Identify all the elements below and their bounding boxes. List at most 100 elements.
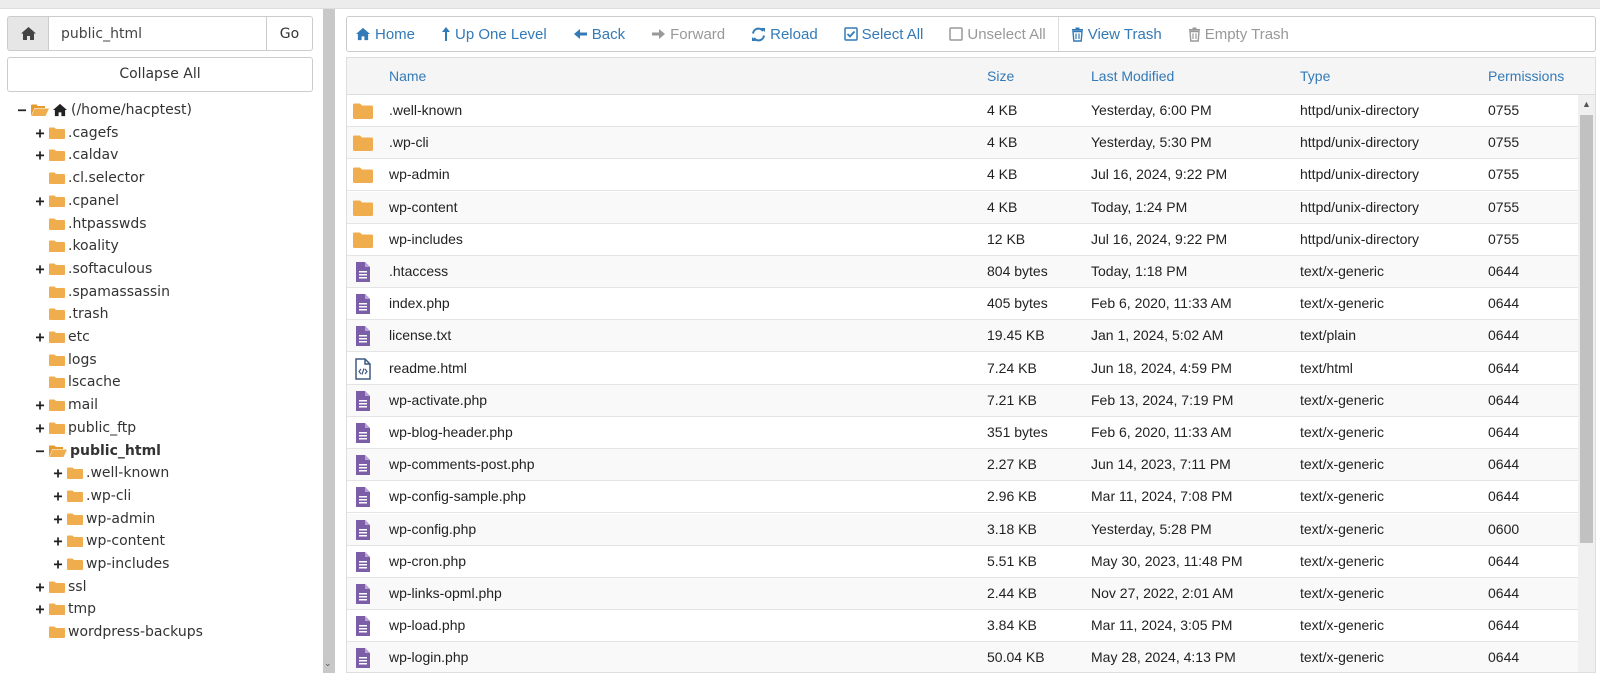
cell-type: text/x-generic <box>1300 617 1385 634</box>
tree-item[interactable]: + public_ftp <box>34 417 136 439</box>
cell-perms: 0644 <box>1488 424 1520 440</box>
tree-item[interactable]: +.trash <box>34 303 108 325</box>
tree-item[interactable]: + .well-known <box>52 462 169 484</box>
file-row[interactable]: wp-config-sample.php 2.96 KB Mar 11, 2024,… <box>347 481 1579 514</box>
tree-item[interactable]: +lscache <box>34 371 121 393</box>
empty-trash-button[interactable]: Empty Trash <box>1188 26 1289 43</box>
cell-modified: Feb 6, 2020, 11:33 AM <box>1091 424 1232 440</box>
file-row[interactable]: index.php 405 bytes Feb 6, 2020, 11:33 AM t… <box>347 288 1579 321</box>
tree-item[interactable]: + tmp <box>34 598 96 620</box>
scroll-down-icon: ⌄ <box>324 658 332 668</box>
select-all-button[interactable]: Select All <box>843 26 923 43</box>
column-header-type[interactable]: Type <box>1300 58 1330 95</box>
tree-item-label: .spamassassin <box>68 283 170 300</box>
file-row[interactable]: wp-blog-header.php 351 bytes Feb 6, 2020, … <box>347 417 1579 449</box>
view-trash-button[interactable]: View Trash <box>1071 26 1162 43</box>
path-input[interactable] <box>49 16 267 51</box>
column-header-name[interactable]: Name <box>389 58 426 95</box>
file-row[interactable]: .htaccess 804 bytes Today, 1:18 PM text/x-g… <box>347 256 1579 288</box>
cell-modified: Jul 16, 2024, 9:22 PM <box>1091 230 1228 247</box>
expand-toggle-icon[interactable]: + <box>52 488 64 503</box>
expand-toggle-icon[interactable]: + <box>34 261 46 276</box>
tree-item[interactable]: + .cagefs <box>34 122 118 144</box>
tree-item[interactable]: +.htpasswds <box>34 213 147 235</box>
home-button[interactable]: Home <box>355 26 415 43</box>
tree-scrollbar[interactable]: ⌄ <box>323 9 335 673</box>
up-one-level-button[interactable]: Up One Level <box>441 26 547 43</box>
folder-icon <box>49 127 68 139</box>
column-header-last-modified[interactable]: Last Modified <box>1091 58 1174 95</box>
expand-toggle-icon[interactable]: + <box>34 398 46 413</box>
file-row[interactable]: .wp-cli 4 KB Yesterday, 5:30 PM httpd/unix-… <box>347 127 1579 160</box>
expand-toggle-icon[interactable]: + <box>34 148 46 163</box>
unselect-all-button[interactable]: Unselect All <box>949 26 1046 43</box>
expand-toggle-icon[interactable]: + <box>52 511 64 526</box>
file-row[interactable]: .well-known 4 KB Yesterday, 6:00 PM httpd/u… <box>347 95 1579 127</box>
tree-item[interactable]: + ssl <box>34 576 86 598</box>
tree-item[interactable]: + etc <box>34 326 89 348</box>
trash-icon <box>1188 27 1200 42</box>
expand-toggle-icon[interactable]: + <box>34 579 46 594</box>
cell-perms: 0644 <box>1488 585 1520 601</box>
file-row[interactable]: wp-load.php 3.84 KB Mar 11, 2024, 3:05 PM t… <box>347 610 1579 643</box>
tree-item[interactable]: + wp-includes <box>52 553 169 575</box>
file-row[interactable]: wp-links-opml.php 2.44 KB Nov 27, 2022, 2:… <box>347 578 1579 610</box>
expand-toggle-icon[interactable]: + <box>34 420 46 435</box>
tree-item[interactable]: +.koality <box>34 235 119 257</box>
cell-name: wp-load.php <box>389 617 466 634</box>
cell-perms: 0644 <box>1488 359 1520 376</box>
collapse-toggle-icon[interactable]: − <box>34 443 46 458</box>
cell-type: text/x-generic <box>1300 456 1385 473</box>
file-text-icon <box>352 551 374 573</box>
tree-item[interactable]: + .cpanel <box>34 190 119 212</box>
tree-item[interactable]: + .softaculous <box>34 258 152 280</box>
file-list-scrollbar[interactable]: ▲ <box>1578 95 1595 672</box>
file-row[interactable]: wp-login.php 50.04 KB May 28, 2024, 4:13 P… <box>347 642 1579 672</box>
expand-toggle-icon[interactable]: + <box>52 557 64 572</box>
file-row[interactable]: wp-cron.php 5.51 KB May 30, 2023, 11:48 PM… <box>347 546 1579 578</box>
file-row[interactable]: wp-activate.php 7.21 KB Feb 13, 2024, 7:19… <box>347 384 1579 417</box>
expand-toggle-icon[interactable]: + <box>34 193 46 208</box>
tree-item[interactable]: + wp-content <box>52 530 165 552</box>
tree-home-button[interactable] <box>7 16 49 51</box>
folder-icon <box>67 467 86 480</box>
column-header-size[interactable]: Size <box>987 58 1014 95</box>
cell-size: 7.21 KB <box>987 391 1037 408</box>
go-button[interactable]: Go <box>267 16 313 51</box>
file-row[interactable]: wp-content 4 KB Today, 1:24 PM httpd/unix-d… <box>347 191 1579 224</box>
expand-toggle-icon[interactable]: + <box>52 466 64 481</box>
file-text-icon <box>352 454 374 476</box>
expand-toggle-icon[interactable]: + <box>34 602 46 617</box>
tree-item[interactable]: + mail <box>34 394 98 416</box>
tree-item[interactable]: + .caldav <box>34 144 118 166</box>
expand-toggle-icon[interactable]: + <box>34 330 46 345</box>
file-row[interactable]: wp-comments-post.php 2.27 KB Jun 14, 2023,… <box>347 449 1579 482</box>
cell-name: wp-config-sample.php <box>389 488 526 505</box>
file-list: Name Size Last Modified Type Permissions… <box>346 57 1596 673</box>
expand-toggle-icon[interactable]: + <box>34 125 46 140</box>
file-row[interactable]: license.txt 19.45 KB Jan 1, 2024, 5:02 AM t… <box>347 320 1579 353</box>
tree-item[interactable]: +wordpress-backups <box>34 621 203 643</box>
tree-item[interactable]: +logs <box>34 349 97 371</box>
tree-item[interactable]: +.spamassassin <box>34 281 170 303</box>
file-row[interactable]: wp-includes 12 KB Jul 16, 2024, 9:22 PM htt… <box>347 224 1579 256</box>
home-icon <box>20 27 36 40</box>
reload-button[interactable]: Reload <box>751 26 818 43</box>
tree-item[interactable]: − public_html <box>34 440 160 462</box>
tree-item[interactable]: − (/home/hacptest) <box>16 99 191 121</box>
tree-item[interactable]: +.cl.selector <box>34 167 144 189</box>
file-text-icon <box>352 519 374 541</box>
cell-perms: 0755 <box>1488 166 1520 183</box>
file-row[interactable]: wp-config.php 3.18 KB Yesterday, 5:28 PM te… <box>347 513 1579 546</box>
tree-item[interactable]: + .wp-cli <box>52 485 131 507</box>
expand-toggle-icon[interactable]: + <box>52 534 64 549</box>
collapse-all-button[interactable]: Collapse All <box>7 57 313 92</box>
collapse-toggle-icon[interactable]: − <box>16 103 28 118</box>
tree-item[interactable]: + wp-admin <box>52 508 155 530</box>
forward-button[interactable]: Forward <box>651 26 725 43</box>
column-header-permissions[interactable]: Permissions <box>1488 58 1564 95</box>
back-button[interactable]: Back <box>573 26 625 43</box>
file-row[interactable]: wp-admin 4 KB Jul 16, 2024, 9:22 PM httpd/u… <box>347 159 1579 192</box>
file-row[interactable]: readme.html 7.24 KB Jun 18, 2024, 4:59 PM t… <box>347 353 1579 385</box>
scrollbar-thumb[interactable] <box>1580 115 1593 543</box>
